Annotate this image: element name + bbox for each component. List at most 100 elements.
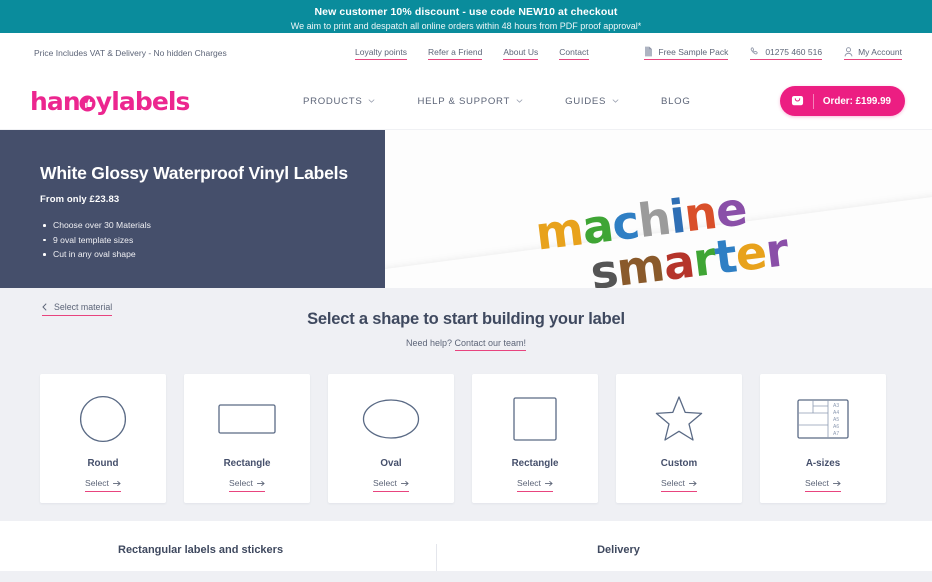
utility-link-contact[interactable]: Contact <box>559 47 589 60</box>
back-link-label: Select material <box>54 302 113 312</box>
order-basket-button[interactable]: Order: £199.99 <box>779 86 905 116</box>
logo-text-labels: labels <box>111 86 190 116</box>
shape-card-label: Custom <box>660 458 698 469</box>
shape-card-square[interactable]: Rectangle Select <box>472 374 598 503</box>
shape-select-link[interactable]: Select <box>229 478 265 492</box>
promo-code: NEW10 <box>518 6 556 18</box>
vat-notice: Price Includes VAT & Delivery - No hidde… <box>34 48 227 58</box>
shape-select-label: Select <box>517 478 541 488</box>
utility-bar: Price Includes VAT & Delivery - No hidde… <box>0 33 932 73</box>
shape-card-oval[interactable]: Oval Select <box>328 374 454 503</box>
shape-card-label: Oval <box>380 458 402 469</box>
star-shape-icon <box>654 391 704 447</box>
shape-select-link[interactable]: Select <box>517 478 553 492</box>
hero-text-panel: White Glossy Waterproof Vinyl Labels Fro… <box>0 130 385 288</box>
order-divider <box>812 93 814 109</box>
nav-item-help-support[interactable]: HELP & SUPPORT <box>417 96 523 107</box>
bottom-heading-right: Delivery <box>597 544 640 556</box>
site-logo[interactable]: han y labels <box>30 87 190 116</box>
free-sample-pack-link[interactable]: Free Sample Pack <box>644 46 729 60</box>
free-sample-pack-label: Free Sample Pack <box>658 46 729 57</box>
bottom-column-right: Delivery <box>436 544 640 571</box>
promo-headline-suffix: at checkout <box>555 6 618 18</box>
shape-card-a-sizes[interactable]: A3 A4 A5 A6 A7 A-sizes Select <box>760 374 886 503</box>
hero-feature-list: Choose over 30 Materials 9 oval template… <box>40 218 355 262</box>
svg-text:A3: A3 <box>833 403 839 409</box>
shape-card-label: A-sizes <box>805 458 841 469</box>
phone-link[interactable]: 01275 460 516 <box>750 46 823 60</box>
promo-banner: New customer 10% discount - use code NEW… <box>0 0 932 33</box>
arrow-right-icon <box>401 480 409 486</box>
contact-our-team-link[interactable]: Contact our team! <box>454 338 527 351</box>
back-to-select-material-link[interactable]: Select material <box>42 302 113 316</box>
arrow-right-icon <box>113 480 121 486</box>
hero-feature-item: 9 oval template sizes <box>40 233 355 248</box>
thumbs-up-icon <box>79 95 96 112</box>
arrow-right-icon <box>833 480 841 486</box>
nav-label-guides: GUIDES <box>565 95 607 107</box>
phone-number-label: 01275 460 516 <box>765 46 823 57</box>
promo-headline: New customer 10% discount - use code NEW… <box>0 6 932 19</box>
utility-link-loyalty-points[interactable]: Loyalty points <box>355 47 407 60</box>
nav-item-guides[interactable]: GUIDES <box>565 96 619 107</box>
main-navigation: PRODUCTS HELP & SUPPORT GUIDES BLOG <box>303 96 691 107</box>
help-prefix: Need help? <box>405 338 455 348</box>
user-icon <box>844 46 853 57</box>
basket-icon <box>791 93 804 109</box>
my-account-link[interactable]: My Account <box>844 47 902 60</box>
hero-price: From only £23.83 <box>40 194 120 205</box>
phone-icon <box>750 46 760 57</box>
shape-select-label: Select <box>85 478 109 488</box>
shape-select-label: Select <box>373 478 397 488</box>
shape-picker-header: Select a shape to start building your la… <box>0 310 932 351</box>
chevron-down-icon <box>516 99 523 103</box>
hero-product-photo: machine smarter daltonswadkin.com machin… <box>385 130 932 288</box>
shape-picker-section: Select material Select a shape to start … <box>0 288 932 503</box>
order-total-label: Order: £199.99 <box>822 95 891 107</box>
nav-item-products[interactable]: PRODUCTS <box>303 96 375 107</box>
chevron-down-icon <box>368 99 375 103</box>
rectangle-shape-icon <box>218 391 276 447</box>
shape-card-rectangle[interactable]: Rectangle Select <box>184 374 310 503</box>
nav-label-blog: BLOG <box>661 95 691 107</box>
page-title: Select a shape to start building your la… <box>307 310 625 328</box>
shape-card-grid: Round Select Rectangle Select Oval Selec… <box>0 348 932 503</box>
hero-feature-item: Choose over 30 Materials <box>40 218 355 233</box>
bottom-column-left: Rectangular labels and stickers <box>0 544 283 571</box>
shape-select-label: Select <box>805 478 829 488</box>
svg-text:A7: A7 <box>833 431 839 437</box>
shape-card-label: Rectangle <box>511 458 559 469</box>
logo-text-y: y <box>95 86 112 116</box>
promo-headline-prefix: New customer 10% discount - use code <box>314 6 519 18</box>
svg-text:A4: A4 <box>833 410 839 416</box>
chevron-left-icon <box>42 303 47 311</box>
my-account-label: My Account <box>858 46 902 57</box>
shape-select-link[interactable]: Select <box>85 478 121 492</box>
utility-link-refer-a-friend[interactable]: Refer a Friend <box>427 47 483 60</box>
utility-link-about-us[interactable]: About Us <box>503 47 539 60</box>
shape-card-label: Round <box>87 458 119 469</box>
bottom-info-section: Rectangular labels and stickers Delivery <box>0 521 932 571</box>
document-icon <box>644 46 653 57</box>
nav-label-products: PRODUCTS <box>303 95 363 107</box>
shape-select-link[interactable]: Select <box>805 478 841 492</box>
square-shape-icon <box>513 391 557 447</box>
logo-text-han: han <box>30 86 81 116</box>
utility-actions: Free Sample Pack 01275 460 516 My Accoun… <box>644 46 902 60</box>
shape-card-round[interactable]: Round Select <box>40 374 166 503</box>
chevron-down-icon <box>612 99 619 103</box>
arrow-right-icon <box>545 480 553 486</box>
site-header: han y labels PRODUCTS HELP & SUPPORT GUI… <box>0 73 932 130</box>
shape-select-link[interactable]: Select <box>373 478 409 492</box>
circle-shape-icon <box>79 391 127 447</box>
svg-text:A6: A6 <box>833 424 839 430</box>
nav-item-blog[interactable]: BLOG <box>661 96 690 107</box>
shape-card-custom[interactable]: Custom Select <box>616 374 742 503</box>
shape-select-label: Select <box>661 478 685 488</box>
bottom-heading-left: Rectangular labels and stickers <box>118 544 284 556</box>
promo-subline: We aim to print and despatch all online … <box>290 21 642 31</box>
shape-select-link[interactable]: Select <box>661 478 697 492</box>
utility-links: Loyalty points Refer a Friend About Us C… <box>355 47 589 60</box>
a-sizes-shape-icon: A3 A4 A5 A6 A7 <box>797 391 849 447</box>
hero-feature-item: Cut in any oval shape <box>40 247 355 262</box>
